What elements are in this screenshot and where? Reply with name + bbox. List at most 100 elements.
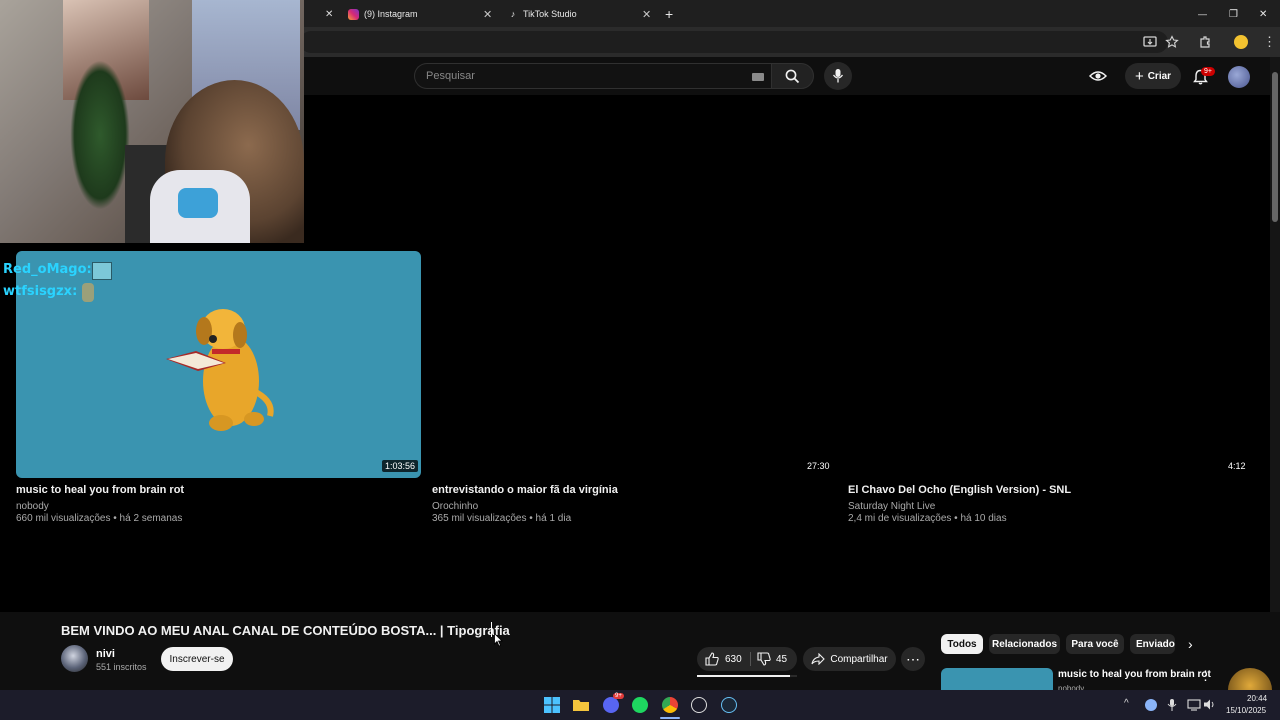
video-meta: 365 mil visualizações • há 1 dia <box>432 513 572 524</box>
like-ratio-fill <box>697 675 791 677</box>
dislike-button[interactable]: 45 <box>751 647 797 671</box>
video-channel[interactable]: Saturday Night Live <box>848 501 935 512</box>
file-explorer-icon[interactable] <box>573 697 589 713</box>
new-tab-button[interactable]: + <box>665 4 673 24</box>
plus-icon: + <box>1134 67 1144 85</box>
install-app-icon[interactable] <box>1143 35 1157 49</box>
thumbs-down-icon <box>757 652 771 666</box>
video-channel[interactable]: nobody <box>16 501 49 512</box>
subscribe-button[interactable]: Inscrever-se <box>161 647 233 671</box>
menu-kebab-icon[interactable]: ⋮ <box>1263 34 1276 50</box>
discord-badge: 9+ <box>613 693 624 699</box>
chat-emote-icon <box>92 262 112 280</box>
video-duration: 4:12 <box>1225 460 1249 472</box>
volume-icon[interactable] <box>1203 698 1216 711</box>
thumbs-up-icon <box>705 652 719 666</box>
close-icon[interactable]: ✕ <box>642 8 651 21</box>
chip-relacionados[interactable]: Relacionados <box>989 634 1060 654</box>
page-scrollbar[interactable] <box>1270 57 1280 612</box>
text-cursor <box>491 622 492 637</box>
spotify-icon[interactable] <box>632 697 648 713</box>
watch-info-bar: BEM VINDO AO MEU ANAL CANAL DE CONTEÚDO … <box>0 612 1280 690</box>
gold-badge-image <box>1228 668 1272 690</box>
account-avatar[interactable] <box>1228 66 1250 88</box>
chat-username: wtfsisgzx: <box>3 284 78 299</box>
like-ratio-bar <box>697 675 797 677</box>
keyboard-icon[interactable] <box>752 73 764 81</box>
discord-icon[interactable] <box>603 697 619 713</box>
video-duration: 1:03:56 <box>382 460 419 472</box>
create-label: Criar <box>1147 70 1172 82</box>
like-button[interactable]: 630 <box>697 647 750 671</box>
chip-para-voce[interactable]: Para você <box>1066 634 1124 654</box>
instagram-icon <box>348 8 359 20</box>
plant-image <box>70 60 130 210</box>
watch-video-title: BEM VINDO AO MEU ANAL CANAL DE CONTEÚDO … <box>61 623 510 638</box>
tab-close-icon[interactable]: ✕ <box>325 4 333 24</box>
windows-start-icon[interactable] <box>544 697 560 713</box>
microphone-icon[interactable] <box>1167 698 1177 712</box>
search-button[interactable] <box>771 63 814 89</box>
profile-avatar[interactable] <box>1234 35 1248 49</box>
video-title[interactable]: El Chavo Del Ocho (English Version) - SN… <box>848 484 1071 496</box>
video-title[interactable]: entrevistando o maior fã da virgínia <box>432 484 618 496</box>
related-video-thumbnail[interactable] <box>941 668 1053 690</box>
video-thumbnail[interactable]: 27:30 <box>432 251 837 478</box>
channel-avatar[interactable] <box>61 645 88 672</box>
video-duration: 27:30 <box>804 460 833 472</box>
minimize-button[interactable]: — <box>1198 4 1207 24</box>
chip-enviados[interactable]: Enviados <box>1130 634 1175 654</box>
close-window-button[interactable]: ✕ <box>1259 4 1267 24</box>
dislike-count: 45 <box>776 653 788 665</box>
search-icon <box>785 69 800 84</box>
chrome-icon[interactable] <box>662 697 678 713</box>
video-thumbnail[interactable]: 4:12 <box>848 251 1253 478</box>
microphone-icon <box>832 69 844 83</box>
share-button[interactable]: Compartilhar <box>803 647 896 671</box>
video-meta: 2,4 mi de visualizações • há 10 dias <box>848 513 1007 524</box>
eye-icon[interactable] <box>1089 70 1107 82</box>
figure-image <box>178 188 218 218</box>
share-icon <box>811 653 826 665</box>
notification-badge: 9+ <box>1201 67 1215 76</box>
chevron-right-icon[interactable]: › <box>1188 636 1193 652</box>
tiktok-icon: ♪ <box>510 9 516 19</box>
tab-label: TikTok Studio <box>523 9 577 19</box>
create-button[interactable]: + Criar <box>1125 63 1181 89</box>
menu-kebab-icon[interactable]: ⋮ <box>1199 668 1212 684</box>
chat-username: Red_oMago: <box>3 262 92 277</box>
clock-time[interactable]: 20:44 <box>1247 694 1267 703</box>
video-channel[interactable]: Orochinho <box>432 501 478 512</box>
tab-instagram[interactable]: (9) Instagram ✕ <box>348 4 498 24</box>
like-dislike-group: 630 45 <box>697 647 797 671</box>
bookmark-star-icon[interactable] <box>1165 35 1179 49</box>
close-icon[interactable]: ✕ <box>483 8 492 21</box>
chevron-up-icon[interactable]: ^ <box>1124 698 1129 709</box>
search-placeholder: Pesquisar <box>426 70 475 82</box>
chip-todos[interactable]: Todos <box>941 634 983 654</box>
tab-label: (9) Instagram <box>364 9 418 19</box>
restore-button[interactable]: ❐ <box>1229 4 1238 24</box>
related-video-title[interactable]: music to heal you from brain rot <box>1058 669 1211 680</box>
clock-date[interactable]: 15/10/2025 <box>1226 706 1266 715</box>
tray-icon[interactable] <box>1145 699 1157 711</box>
search-input[interactable]: Pesquisar <box>414 63 772 89</box>
video-meta: 660 mil visualizações • há 2 semanas <box>16 513 183 524</box>
tab-tiktok-studio[interactable]: ♪ TikTok Studio ✕ <box>508 4 658 24</box>
steam-icon[interactable] <box>721 697 737 713</box>
webcam-overlay <box>0 0 304 243</box>
like-count: 630 <box>725 653 742 665</box>
network-icon[interactable] <box>1187 698 1201 711</box>
voice-search-button[interactable] <box>824 62 852 90</box>
scrollbar-thumb[interactable] <box>1272 72 1278 222</box>
taskbar: 9+ ^ 20:44 15/10/2025 <box>0 690 1280 720</box>
video-title[interactable]: music to heal you from brain rot <box>16 484 184 496</box>
share-label: Compartilhar <box>830 653 888 665</box>
more-actions-button[interactable]: ⋯ <box>901 647 925 671</box>
omnibox[interactable] <box>300 31 1168 53</box>
extensions-icon[interactable] <box>1198 35 1212 49</box>
app-icon[interactable] <box>691 697 707 713</box>
more-horizontal-icon: ⋯ <box>906 650 920 667</box>
channel-name[interactable]: nivi <box>96 648 115 660</box>
channel-subscribers: 551 inscritos <box>96 662 147 672</box>
